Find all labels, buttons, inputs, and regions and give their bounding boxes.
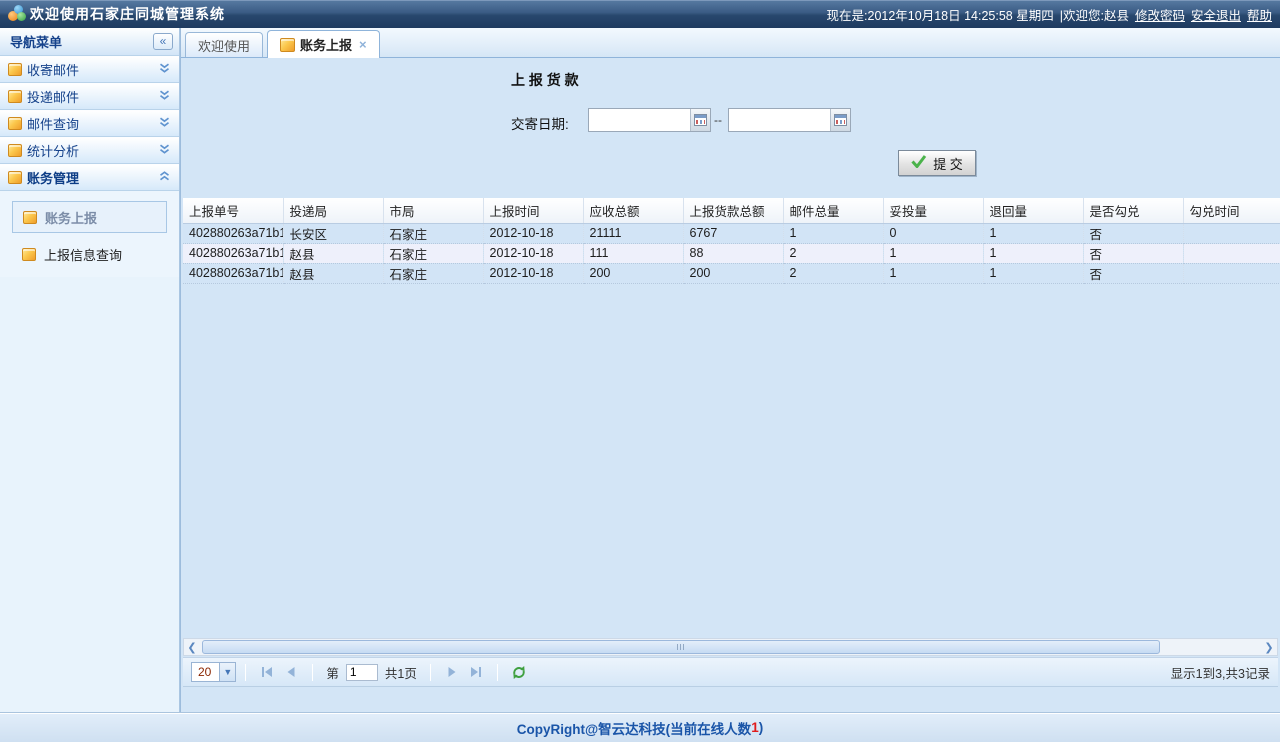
page-prefix-label: 第 [326, 663, 339, 682]
last-page-button[interactable] [464, 661, 488, 683]
column-header[interactable]: 妥投量 [883, 198, 983, 223]
package-icon [8, 63, 22, 76]
chevron-double-up-icon [158, 171, 171, 185]
top-bar: 欢迎使用石家庄同城管理系统 现在是:2012年10月18日 14:25:58 星… [0, 0, 1280, 28]
page-number-input[interactable] [346, 664, 378, 681]
table-header-row: 上报单号 投递局 市局 上报时间 应收总额 上报货款总额 邮件总量 妥投量 退回… [183, 198, 1280, 223]
submit-button[interactable]: 提 交 [898, 150, 976, 176]
logout-link[interactable]: 安全退出 [1191, 5, 1241, 24]
first-page-button[interactable] [255, 661, 279, 683]
table-row[interactable]: 402880263a71b1 赵县 石家庄 2012-10-18 200 200… [183, 263, 1280, 283]
date-from-input[interactable] [589, 109, 690, 131]
next-page-button[interactable] [440, 661, 464, 683]
table-row[interactable]: 402880263a71b1 赵县 石家庄 2012-10-18 111 88 … [183, 243, 1280, 263]
date-from-field [588, 108, 711, 132]
panel-body: 上 报 货 款 交寄日期: -- 提 交 上报单 [181, 58, 1280, 712]
sidebar-header: 导航菜单 « [0, 28, 179, 56]
sidebar-item-shouji-mail[interactable]: 收寄邮件 [0, 56, 179, 83]
column-header[interactable]: 上报单号 [183, 198, 283, 223]
column-header[interactable]: 上报货款总额 [683, 198, 783, 223]
tab-bar: 欢迎使用 账务上报 × [181, 28, 1280, 58]
package-icon [23, 211, 37, 224]
package-icon [8, 90, 22, 103]
date-range-separator: -- [714, 113, 722, 127]
package-icon [22, 248, 36, 261]
sidebar: 导航菜单 « 收寄邮件 投递邮件 邮件查询 统计分析 账务管理 [0, 28, 180, 712]
online-count: 1 [751, 720, 759, 735]
sidebar-item-account-management[interactable]: 账务管理 [0, 164, 179, 191]
record-count-status: 显示1到3,共3记录 [1171, 663, 1270, 682]
column-header[interactable]: 退回量 [983, 198, 1083, 223]
chevron-double-down-icon [158, 117, 171, 131]
chevron-double-down-icon [158, 63, 171, 77]
horizontal-scrollbar: ❮ ❯ [183, 638, 1278, 656]
sidebar-item-statistics[interactable]: 统计分析 [0, 137, 179, 164]
tab-welcome[interactable]: 欢迎使用 [185, 32, 263, 57]
chevron-down-icon: ▼ [219, 663, 235, 681]
datetime-text: 现在是:2012年10月18日 14:25:58 星期四 [827, 5, 1054, 24]
form-title: 上 报 货 款 [511, 70, 579, 90]
welcome-user-text: |欢迎您:赵县 [1060, 5, 1129, 24]
column-header[interactable]: 投递局 [283, 198, 383, 223]
main-content: 欢迎使用 账务上报 × 上 报 货 款 交寄日期: -- 提 交 [180, 28, 1280, 712]
sidebar-item-mail-query[interactable]: 邮件查询 [0, 110, 179, 137]
table-row[interactable]: 402880263a71b1 长安区 石家庄 2012-10-18 21111 … [183, 223, 1280, 243]
date-to-field [728, 108, 851, 132]
column-header[interactable]: 邮件总量 [783, 198, 883, 223]
package-icon [8, 144, 22, 157]
sidebar-submenu: 账务上报 上报信息查询 [0, 191, 179, 277]
sidebar-item-toudi-mail[interactable]: 投递邮件 [0, 83, 179, 110]
package-icon [280, 38, 295, 52]
scroll-right-icon[interactable]: ❯ [1261, 639, 1277, 655]
app-title: 欢迎使用石家庄同城管理系统 [30, 4, 225, 24]
scrollbar-thumb[interactable] [202, 640, 1160, 654]
calendar-icon[interactable] [690, 109, 710, 131]
package-icon [8, 171, 22, 184]
submenu-item-account-report[interactable]: 账务上报 [12, 201, 167, 233]
calendar-icon[interactable] [830, 109, 850, 131]
page-total-label: 共1页 [385, 663, 417, 682]
data-grid: 上报单号 投递局 市局 上报时间 应收总额 上报货款总额 邮件总量 妥投量 退回… [183, 198, 1280, 284]
column-header[interactable]: 市局 [383, 198, 483, 223]
scroll-left-icon[interactable]: ❮ [184, 639, 200, 655]
chevron-double-down-icon [158, 144, 171, 158]
date-range-label: 交寄日期: [511, 113, 569, 133]
chevron-double-down-icon [158, 90, 171, 104]
change-password-link[interactable]: 修改密码 [1135, 5, 1185, 24]
column-header[interactable]: 勾兑时间 [1183, 198, 1280, 223]
package-icon [8, 117, 22, 130]
check-icon [911, 155, 927, 171]
app-logo-icon [8, 5, 28, 23]
date-to-input[interactable] [729, 109, 830, 131]
page-size-select[interactable]: 20 ▼ [191, 662, 236, 682]
tab-account-report[interactable]: 账务上报 × [267, 30, 380, 58]
footer: CopyRight@智云达科技(当前在线人数1) [0, 712, 1280, 742]
prev-page-button[interactable] [279, 661, 303, 683]
refresh-icon[interactable] [507, 661, 531, 683]
column-header[interactable]: 上报时间 [483, 198, 583, 223]
copyright-text: CopyRight@智云达科技(当前在线人数 [517, 718, 751, 738]
submenu-item-report-info-query[interactable]: 上报信息查询 [0, 239, 179, 269]
pagination-bar: 20 ▼ 第 共1页 [183, 657, 1278, 687]
column-header[interactable]: 是否勾兑 [1083, 198, 1183, 223]
sidebar-collapse-button[interactable]: « [153, 33, 173, 50]
tab-close-icon[interactable]: × [359, 37, 367, 52]
help-link[interactable]: 帮助 [1247, 5, 1272, 24]
sidebar-title: 导航菜单 [10, 32, 62, 51]
column-header[interactable]: 应收总额 [583, 198, 683, 223]
